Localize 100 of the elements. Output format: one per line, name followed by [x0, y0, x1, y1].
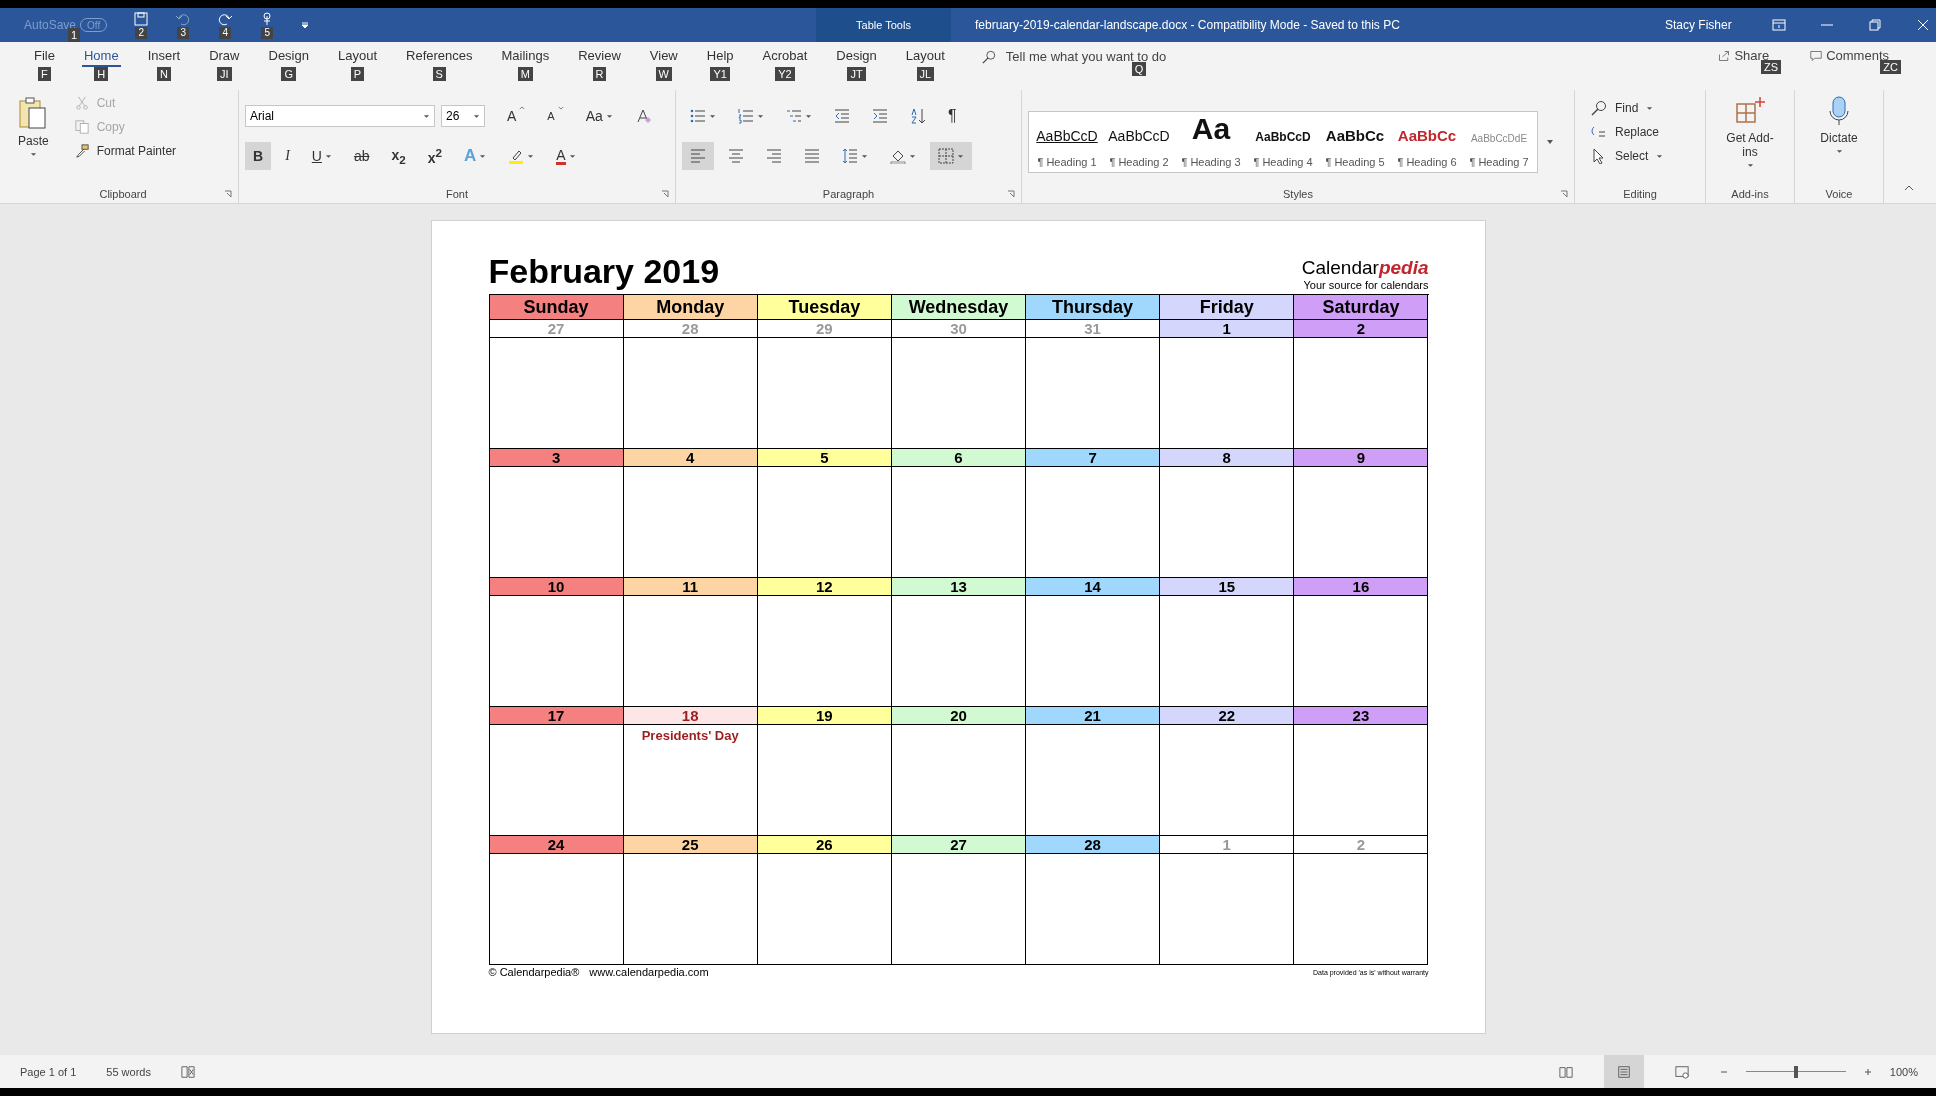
day-number: 1	[1160, 320, 1294, 338]
format-button[interactable]: ab	[345, 142, 378, 170]
ribbon-tab[interactable]: Draw	[207, 42, 242, 67]
day-number: 26	[757, 836, 891, 854]
ribbon-tab[interactable]: File	[32, 42, 57, 67]
clear-format-icon	[634, 108, 651, 124]
keytip: Y2	[775, 67, 795, 81]
select-button[interactable]: Select	[1591, 148, 1699, 164]
restore-icon[interactable]	[1867, 19, 1882, 31]
day-number: 8	[1160, 449, 1294, 467]
grow-font-button[interactable]: A	[499, 102, 534, 130]
style-item[interactable]: Aa ¶ Heading 3	[1175, 111, 1247, 172]
font-name-field[interactable]: Arial	[245, 105, 435, 127]
ribbon-tab[interactable]: Design	[834, 42, 879, 67]
ribbon-tab[interactable]: Insert	[145, 42, 183, 67]
day-number: 25	[623, 836, 757, 854]
calendar-title: February 2019	[488, 252, 720, 291]
ribbon-tab[interactable]: Layout	[903, 42, 947, 67]
tell-me-field[interactable]: Tell me what you want to do	[1003, 48, 1238, 65]
day-number: 13	[891, 578, 1026, 596]
replace-button[interactable]: Replace	[1591, 124, 1699, 140]
ribbon-display-icon[interactable]	[1771, 19, 1786, 31]
dialog-launcher-icon[interactable]	[224, 190, 232, 198]
copy-icon	[74, 120, 89, 134]
day-number: 16	[1294, 578, 1428, 596]
group-label: Voice	[1825, 188, 1853, 200]
view-button[interactable]	[1603, 1055, 1644, 1088]
caret-icon	[29, 152, 37, 157]
brush-button[interactable]: Format Painter	[74, 144, 177, 158]
format-button[interactable]: B	[245, 142, 272, 170]
day-number: 14	[1026, 578, 1160, 596]
caret-icon	[557, 106, 564, 110]
align-left-icon	[690, 148, 706, 164]
find-button[interactable]: Find	[1591, 100, 1699, 116]
dialog-launcher-icon[interactable]	[1560, 190, 1568, 198]
paragraph-button[interactable]	[682, 142, 714, 170]
ribbon-tab[interactable]: Acrobat	[760, 42, 810, 67]
window-title: february-2019-calendar-landscape.docx - Compatibility Mode - Saved to this PC	[975, 18, 1401, 32]
dialog-launcher-icon[interactable]	[1007, 190, 1015, 198]
scissors-icon	[74, 96, 89, 110]
ribbon-tab[interactable]: Mailings	[499, 42, 552, 67]
paragraph-button[interactable]: ¶	[940, 102, 965, 130]
ribbon-tab[interactable]: References	[404, 42, 475, 67]
customize-caret-icon[interactable]	[301, 21, 310, 29]
shrink-font-button[interactable]: A	[539, 102, 572, 130]
day-number: 12	[757, 578, 891, 596]
search-icon	[981, 49, 996, 64]
paragraph-button[interactable]	[930, 142, 972, 170]
caret-icon	[1835, 149, 1843, 154]
align-center-icon	[728, 148, 744, 164]
keytip: R	[592, 67, 607, 81]
keytip: 3	[177, 27, 189, 39]
weekday-header: Saturday	[1294, 295, 1429, 320]
get-add-ins-button[interactable]: Get Add-ins	[1718, 94, 1782, 185]
page-count[interactable]: Page 1 of 1	[20, 1065, 77, 1078]
more-styles-icon[interactable]	[1546, 138, 1554, 145]
close-icon[interactable]	[1915, 19, 1930, 31]
format-button[interactable]: I	[277, 142, 298, 170]
keytip: ZS	[1761, 60, 1782, 74]
ribbon-tab[interactable]: Review	[576, 42, 623, 67]
style-item[interactable]: AaBbCcD ¶ Heading 4	[1247, 111, 1319, 172]
user-name[interactable]: Stacy Fisher	[1665, 18, 1732, 32]
collapse-ribbon-icon[interactable]	[1904, 185, 1914, 191]
style-item[interactable]: AaBbCc ¶ Heading 6	[1391, 111, 1463, 172]
dialog-launcher-icon[interactable]	[661, 190, 669, 198]
website-link[interactable]: www.calendarpedia.com	[589, 966, 709, 978]
keytip: 5	[261, 27, 273, 39]
decrease-indent-icon	[834, 108, 850, 124]
format-button[interactable]: U	[303, 142, 340, 170]
style-item[interactable]: AaBbCcD ¶ Heading 2	[1103, 111, 1175, 172]
ribbon-tab[interactable]: Layout	[335, 42, 379, 67]
word-count[interactable]: 55 words	[106, 1065, 151, 1078]
caret-icon	[473, 113, 480, 119]
keytip: P	[350, 67, 365, 81]
copyright-text: © Calendarpedia®	[488, 966, 580, 978]
paste-button[interactable]: Paste	[14, 94, 53, 185]
style-item[interactable]: AaBbCcD ¶ Heading 1	[1031, 111, 1103, 172]
zoom-in-icon[interactable]	[1863, 1067, 1872, 1076]
change-case-button[interactable]: Aa	[577, 102, 621, 130]
format-button[interactable]: A	[548, 142, 584, 170]
style-item[interactable]: AaBbCcDdE ¶ Heading 7	[1463, 111, 1535, 172]
paintbrush-icon	[74, 144, 89, 158]
zoom-level[interactable]: 100%	[1889, 1065, 1918, 1078]
format-button[interactable]: x$^{2}$	[419, 142, 451, 170]
style-item[interactable]: AaBbCc ¶ Heading 5	[1319, 111, 1391, 172]
keytip: 1	[68, 28, 81, 42]
format-button[interactable]: x$_{2}$	[383, 142, 414, 170]
ribbon-tab[interactable]: Design	[266, 42, 311, 67]
weekday-header: Tuesday	[757, 295, 892, 320]
ribbon-tab[interactable]: View	[647, 42, 680, 67]
zoom-slider-thumb[interactable]	[1793, 1065, 1798, 1078]
redo-icon[interactable]	[217, 11, 234, 27]
save-icon[interactable]	[133, 11, 150, 27]
font-size-field[interactable]: 26	[441, 105, 485, 127]
ribbon-tab[interactable]: Help	[704, 42, 736, 67]
logo-tagline: Your source for calendars	[1303, 279, 1429, 291]
dictate-button[interactable]: Dictate	[1807, 94, 1871, 185]
proofing-icon[interactable]	[180, 1064, 195, 1079]
day-number: 23	[1294, 707, 1428, 725]
highlighter-icon	[508, 148, 525, 164]
